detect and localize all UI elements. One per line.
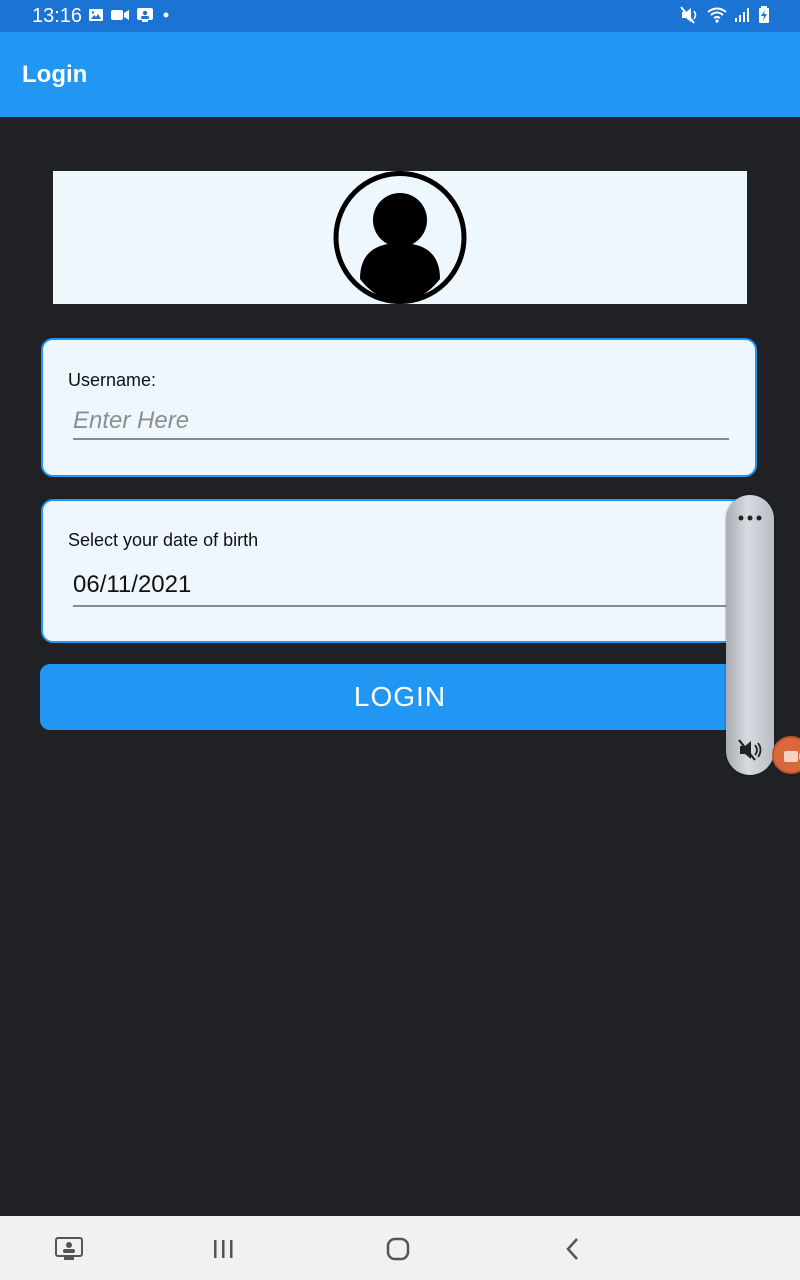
screenshot-button[interactable]: [54, 1234, 84, 1264]
recents-icon: [214, 1240, 233, 1258]
home-button[interactable]: [383, 1234, 413, 1264]
page-title: Login: [22, 61, 88, 88]
back-button[interactable]: [558, 1234, 588, 1264]
status-right-icons: [680, 6, 770, 24]
login-button[interactable]: LOGIN: [40, 664, 760, 730]
status-left-icons: [88, 7, 172, 23]
image-icon: [89, 9, 103, 21]
username-input[interactable]: [73, 404, 729, 440]
user-avatar-icon: [333, 171, 467, 304]
video-icon: [111, 10, 129, 20]
signal-icon: [735, 8, 749, 22]
status-bar: 13:16: [0, 0, 800, 32]
dob-picker[interactable]: 06/11/2021: [73, 571, 729, 607]
back-icon: [566, 1238, 578, 1260]
video-icon: [784, 751, 800, 762]
notification-icon: [137, 8, 153, 22]
status-time: 13:16: [32, 5, 83, 27]
screenshot-icon: [55, 1237, 83, 1260]
username-card: Username:: [41, 338, 757, 477]
screen-recorder-bubble[interactable]: [772, 736, 800, 774]
mute-icon: [680, 6, 697, 24]
battery-icon: [759, 6, 769, 23]
wifi-icon: [707, 7, 727, 23]
mute-icon[interactable]: [738, 739, 762, 761]
recents-button[interactable]: [208, 1234, 238, 1264]
avatar-panel: [53, 171, 747, 304]
dot-icon: [163, 12, 169, 18]
home-icon: [386, 1237, 410, 1261]
navigation-bar: [0, 1216, 800, 1280]
more-icon[interactable]: [736, 512, 764, 524]
dob-label: Select your date of birth: [68, 530, 259, 550]
dob-card: Select your date of birth 06/11/2021: [41, 499, 757, 643]
volume-panel[interactable]: [726, 495, 774, 775]
login-screen: 13:16 Login Username: Enter Here Select …: [0, 0, 800, 1280]
username-label: Username:: [68, 370, 157, 390]
app-bar: Login: [0, 32, 800, 117]
